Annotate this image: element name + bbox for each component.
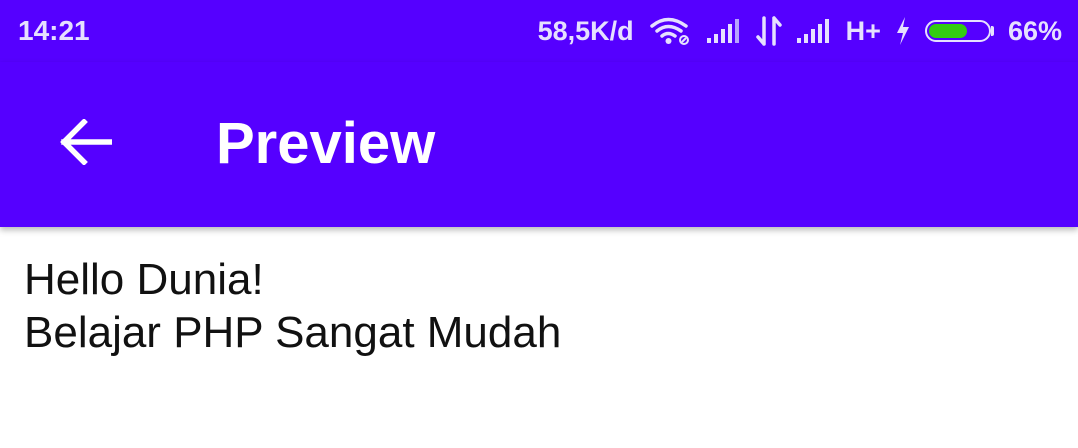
content-line-1: Hello Dunia! — [24, 255, 264, 304]
status-bar: 14:21 58,5K/d H+ 66% — [0, 0, 1078, 62]
app-bar: Preview — [0, 62, 1078, 227]
page-title: Preview — [216, 111, 436, 176]
battery-fill — [928, 24, 968, 38]
content-area: Hello Dunia! Belajar PHP Sangat Mudah — [24, 253, 561, 359]
signal-icon-2 — [796, 18, 832, 44]
battery-icon — [924, 20, 994, 42]
network-speed: 58,5K/d — [537, 15, 634, 46]
status-icons: 58,5K/d H+ 66% — [538, 12, 1062, 50]
arrow-left-icon — [60, 117, 113, 170]
wifi-icon — [648, 15, 692, 47]
charging-icon — [895, 16, 911, 46]
battery-percent: 66% — [1007, 15, 1062, 46]
battery-body — [924, 20, 991, 42]
back-button[interactable] — [38, 96, 134, 192]
network-type: H+ — [845, 15, 881, 46]
status-time: 14:21 — [18, 15, 90, 46]
battery-tip — [990, 26, 994, 36]
content-line-2: Belajar PHP Sangat Mudah — [24, 308, 562, 357]
signal-icon — [706, 18, 742, 44]
data-transfer-icon — [755, 16, 782, 46]
